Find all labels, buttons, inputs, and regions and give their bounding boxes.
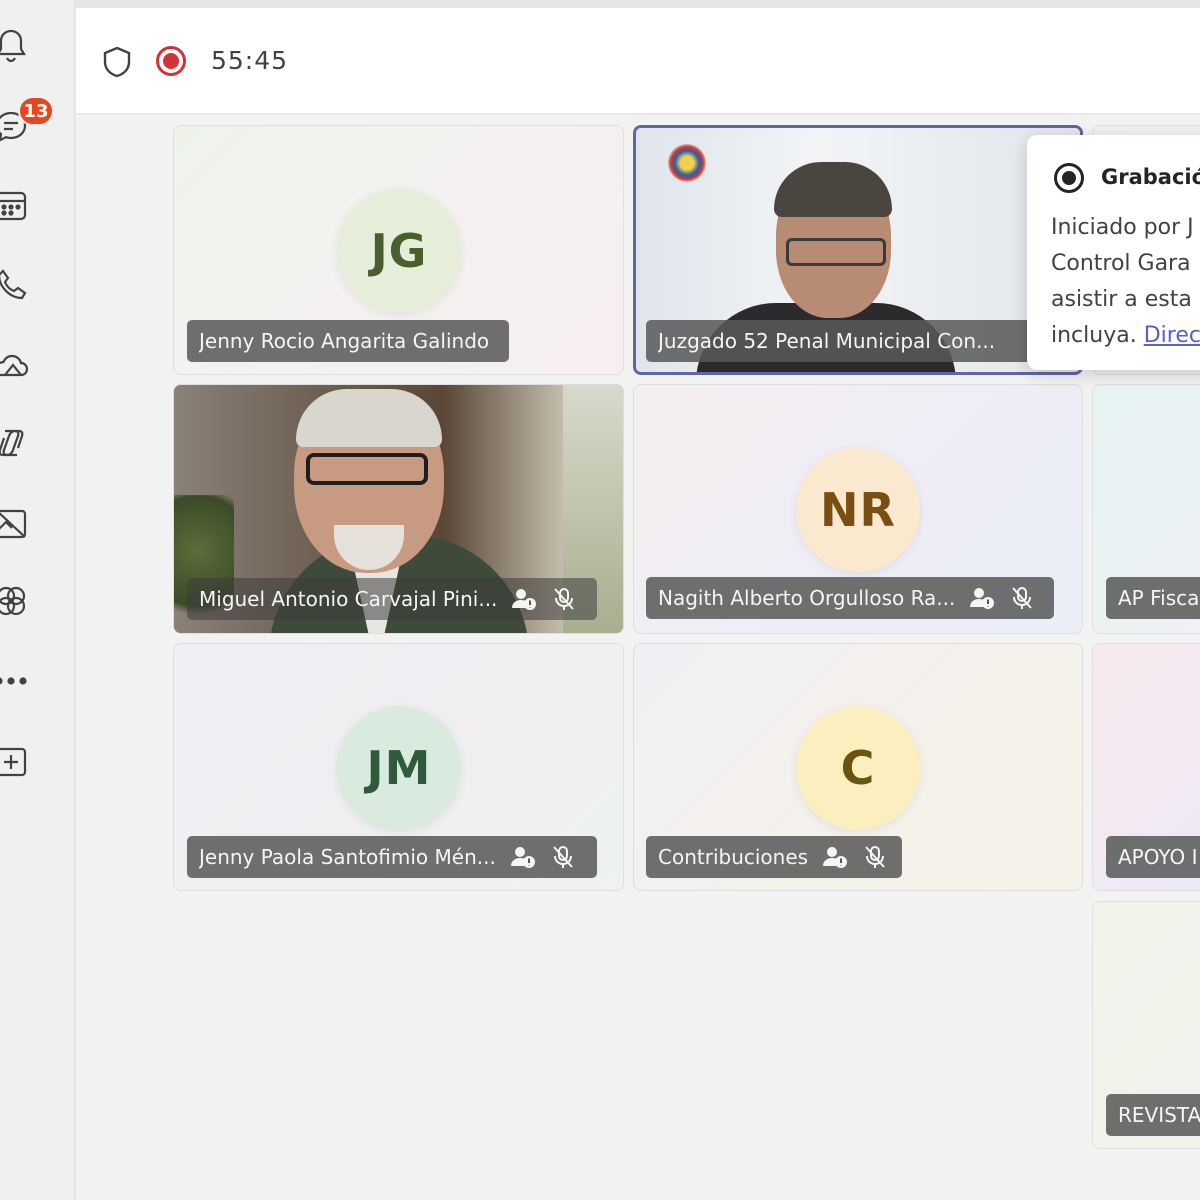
emblem-logo (668, 144, 706, 182)
shield-icon[interactable] (102, 46, 132, 78)
loop-icon[interactable] (0, 576, 36, 626)
participant-name: REVISTA (1118, 1103, 1200, 1127)
participant-name: Juzgado 52 Penal Municipal Con... (658, 329, 996, 353)
participant-tile-active[interactable]: Juzgado 52 Penal Municipal Con... (633, 125, 1083, 375)
participant-name-label: Contribuciones (646, 836, 902, 878)
window-top-strip (0, 0, 1200, 8)
participant-avatar: NR (796, 448, 920, 572)
copilot-icon[interactable] (0, 418, 36, 468)
participant-tile[interactable]: NR Nagith Alberto Orgulloso Ra... (633, 384, 1083, 634)
external-user-icon (822, 844, 848, 870)
participant-name-label: AP Fisca (1106, 577, 1200, 619)
popover-text-line: incluya. Direc (1051, 323, 1200, 348)
participant-name-label: REVISTA (1106, 1094, 1200, 1136)
participant-avatar: JG (337, 189, 461, 313)
meeting-header: 55:45 (76, 8, 1200, 114)
participant-name-label: Juzgado 52 Penal Municipal Con... (646, 320, 1046, 362)
participant-name: Miguel Antonio Carvajal Pini... (199, 587, 498, 611)
popover-text-line: Iniciado por J (1051, 215, 1194, 240)
more-icon[interactable] (0, 656, 36, 706)
external-user-icon (969, 585, 995, 611)
external-user-icon (510, 844, 536, 870)
external-user-icon (511, 586, 537, 612)
participant-avatar: C (796, 706, 920, 830)
popover-text: incluya. (1051, 323, 1137, 348)
participant-tile[interactable]: JG Jenny Rocio Angarita Galindo (173, 125, 624, 375)
calendar-icon[interactable] (0, 180, 36, 230)
participant-name: Nagith Alberto Orgulloso Ra... (658, 586, 956, 610)
participant-name-label: Nagith Alberto Orgulloso Ra... (646, 577, 1054, 619)
recording-status-icon (1054, 163, 1084, 193)
recording-popover: Grabación Iniciado por J Control Gara as… (1027, 135, 1200, 370)
privacy-policy-link[interactable]: Direc (1144, 323, 1200, 348)
participant-name: AP Fisca (1118, 586, 1200, 610)
mic-muted-icon (551, 586, 577, 612)
participant-tile[interactable]: REVISTA (1092, 901, 1200, 1149)
participant-tile[interactable]: C Contribuciones (633, 643, 1083, 891)
chat-unread-badge: 13 (18, 96, 54, 126)
app-rail: 13 (0, 0, 75, 1200)
participant-avatar: JM (337, 706, 461, 830)
participant-tile[interactable]: JM Jenny Paola Santofimio Mén... (173, 643, 624, 891)
mic-muted-icon (550, 844, 576, 870)
popover-text-line: asistir a esta (1051, 287, 1192, 312)
recording-indicator-icon[interactable] (156, 46, 186, 76)
participant-name-label: Miguel Antonio Carvajal Pini... (187, 578, 597, 620)
calls-icon[interactable] (0, 260, 36, 310)
participant-name: Contribuciones (658, 845, 809, 869)
popover-text-line: Control Gara (1051, 251, 1191, 276)
participant-name-label: Jenny Rocio Angarita Galindo (187, 320, 509, 362)
apps-image-icon[interactable] (0, 498, 36, 548)
participant-tile[interactable]: APOYO I (1092, 643, 1200, 891)
activity-bell-icon[interactable] (0, 20, 36, 70)
participant-name-label: Jenny Paola Santofimio Mén... (187, 836, 597, 878)
mic-muted-icon (1009, 585, 1035, 611)
onedrive-icon[interactable] (0, 340, 36, 390)
participant-name: Jenny Paola Santofimio Mén... (199, 845, 496, 869)
add-apps-icon[interactable] (0, 736, 36, 786)
participant-name-label: APOYO I (1106, 836, 1200, 878)
meeting-timer: 55:45 (211, 46, 289, 75)
participant-name: APOYO I (1118, 845, 1198, 869)
participant-tile[interactable]: Miguel Antonio Carvajal Pini... (173, 384, 624, 634)
popover-title: Grabación (1101, 165, 1200, 189)
mic-muted-icon (862, 844, 888, 870)
participant-name: Jenny Rocio Angarita Galindo (199, 329, 490, 353)
participant-tile[interactable]: AP Fisca (1092, 384, 1200, 634)
